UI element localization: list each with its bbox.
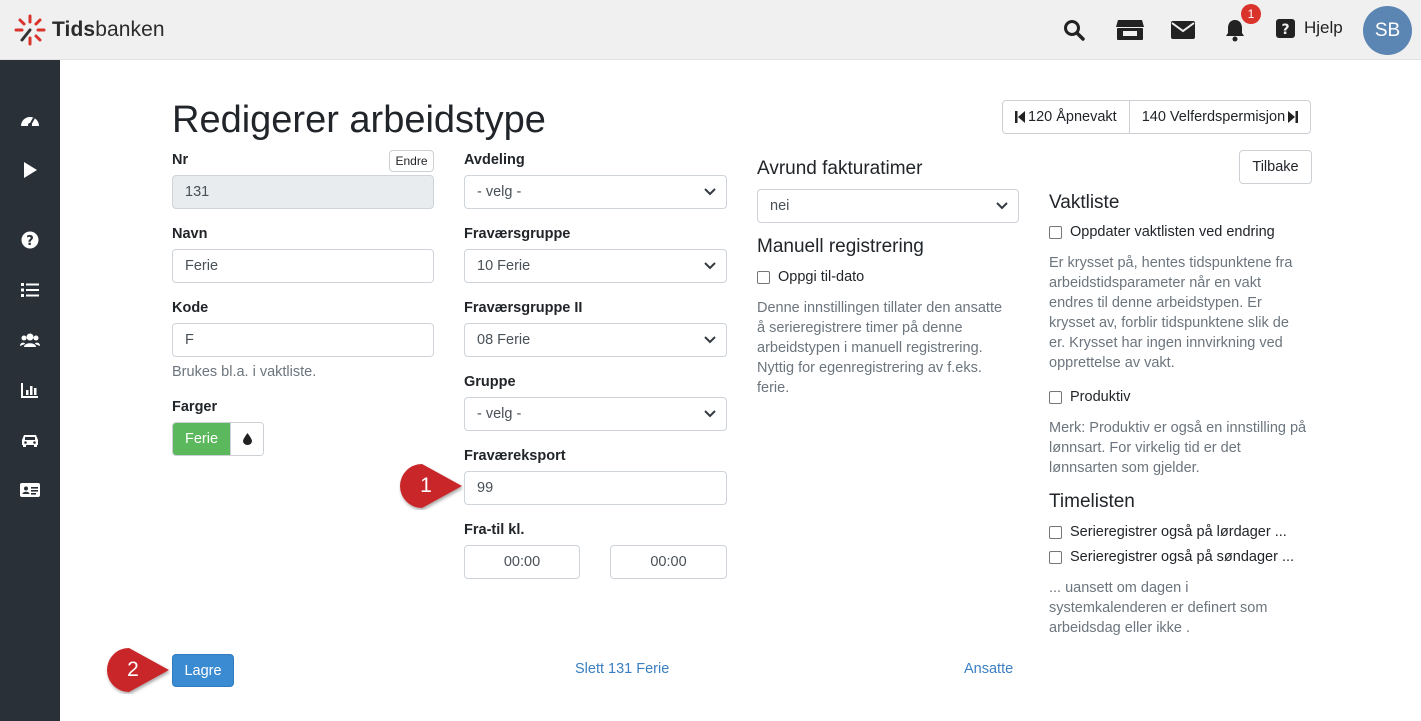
produktiv-checkbox[interactable]: Produktiv <box>1049 389 1130 405</box>
help-link[interactable]: ? Hjelp <box>1276 18 1343 38</box>
to-time-field[interactable]: 00:00 <box>610 545 727 579</box>
timelisten-heading: Timelisten <box>1049 491 1135 512</box>
svg-text:?: ? <box>1281 22 1289 38</box>
back-button[interactable]: Tilbake <box>1239 150 1312 184</box>
serieregistrer-lordag-checkbox[interactable]: Serieregistrer også på lørdager ... <box>1049 524 1287 540</box>
nr-field: 131 <box>172 175 434 209</box>
fravaersgruppe-label: Fraværsgruppe <box>464 226 571 242</box>
checkbox-label: Oppgi til-dato <box>778 269 865 285</box>
fravaersgruppe2-label: Fraværsgruppe II <box>464 300 583 316</box>
from-time-field[interactable]: 00:00 <box>464 545 580 579</box>
employees-link[interactable]: Ansatte <box>964 661 1013 677</box>
checkbox-box[interactable] <box>1049 225 1062 239</box>
chevron-down-icon <box>704 336 716 344</box>
gruppe-select[interactable]: - velg - <box>464 397 727 431</box>
bell-icon[interactable] <box>1223 18 1247 42</box>
question-icon: ? <box>1276 18 1295 38</box>
help-label: Hjelp <box>1304 18 1343 37</box>
delete-link[interactable]: Slett 131 Ferie <box>575 661 669 677</box>
checkbox-box[interactable] <box>1049 390 1062 404</box>
step-marker-1: 1 <box>398 462 464 510</box>
prev-record-button[interactable]: 120 Åpnevakt <box>1003 101 1129 133</box>
checkbox-box[interactable] <box>1049 550 1062 564</box>
produktiv-help: Merk: Produktiv er også en innstilling p… <box>1049 420 1307 476</box>
avatar[interactable]: SB <box>1363 6 1412 55</box>
edit-nr-button[interactable]: Endre <box>389 150 434 172</box>
step-backward-icon <box>1015 111 1025 123</box>
navn-field[interactable]: Ferie <box>172 249 434 283</box>
fravaereksport-label: Fraværeksport <box>464 448 566 464</box>
step-forward-icon <box>1288 111 1299 123</box>
chart-icon[interactable] <box>20 380 40 400</box>
next-record-button[interactable]: 140 Velferdspermisjon <box>1128 101 1310 133</box>
top-bar: Tidsbanken 1 ? Hjelp SB <box>0 0 1421 60</box>
notification-badge: 1 <box>1241 4 1261 24</box>
users-icon[interactable] <box>20 330 40 350</box>
logo-icon <box>14 14 46 46</box>
step-marker-2: 2 <box>105 646 171 694</box>
checkbox-label: Produktiv <box>1070 389 1131 405</box>
avrund-select[interactable]: nei <box>757 189 1019 223</box>
chevron-down-icon <box>996 202 1008 210</box>
dashboard-icon[interactable] <box>20 110 40 130</box>
kode-help: Brukes bl.a. i vaktliste. <box>172 364 317 380</box>
id-card-icon[interactable] <box>20 480 40 500</box>
oppdater-vaktliste-checkbox[interactable]: Oppdater vaktlisten ved endring <box>1049 224 1275 240</box>
droplet-icon <box>242 433 252 445</box>
color-picker-button[interactable] <box>230 423 263 455</box>
car-icon[interactable] <box>20 430 40 450</box>
search-icon[interactable] <box>1062 18 1086 42</box>
gruppe-label: Gruppe <box>464 374 516 390</box>
manuell-heading: Manuell registrering <box>757 236 924 257</box>
record-navigation: 120 Åpnevakt 140 Velferdspermisjon <box>1002 100 1312 134</box>
svg-text:?: ? <box>26 234 34 249</box>
chevron-down-icon <box>704 188 716 196</box>
sidebar: ? <box>0 60 60 721</box>
oppgi-til-dato-checkbox[interactable]: Oppgi til-dato <box>757 269 864 285</box>
save-button[interactable]: Lagre <box>172 654 234 687</box>
checkbox-label: Oppdater vaktlisten ved endring <box>1070 224 1275 240</box>
color-picker: Ferie <box>172 422 264 456</box>
fratil-label: Fra-til kl. <box>464 522 525 538</box>
page-title: Redigerer arbeidstype <box>172 99 546 141</box>
checkbox-label: Serieregistrer også på lørdager ... <box>1070 524 1287 540</box>
play-icon[interactable] <box>20 160 40 180</box>
logo[interactable]: Tidsbanken <box>14 14 165 46</box>
checkbox-label: Serieregistrer også på søndager ... <box>1070 549 1295 565</box>
fravaereksport-field[interactable]: 99 <box>464 471 727 505</box>
nr-label: Nr <box>172 152 189 168</box>
checkbox-box[interactable] <box>757 270 770 284</box>
fravaersgruppe-select[interactable]: 10 Ferie <box>464 249 727 283</box>
manuell-help: Denne innstillingen tillater den ansatte… <box>757 300 1003 396</box>
navn-label: Navn <box>172 226 208 242</box>
farger-label: Farger <box>172 399 218 415</box>
store-icon[interactable] <box>1115 18 1145 42</box>
vaktliste-help: Er krysset på, hentes tidspunktene fra a… <box>1049 255 1293 371</box>
checkbox-box[interactable] <box>1049 525 1062 539</box>
vaktliste-heading: Vaktliste <box>1049 192 1120 213</box>
fravaersgruppe2-select[interactable]: 08 Ferie <box>464 323 727 357</box>
kode-field[interactable]: F <box>172 323 434 357</box>
avdeling-label: Avdeling <box>464 152 525 168</box>
list-icon[interactable] <box>20 280 40 300</box>
logo-text: Tidsbanken <box>52 18 165 41</box>
question-circle-icon[interactable]: ? <box>20 230 40 250</box>
color-swatch[interactable]: Ferie <box>173 423 230 455</box>
avdeling-select[interactable]: - velg - <box>464 175 727 209</box>
chevron-down-icon <box>704 410 716 418</box>
kode-label: Kode <box>172 300 209 316</box>
envelope-icon[interactable] <box>1170 18 1196 42</box>
serieregistrer-sondag-checkbox[interactable]: Serieregistrer også på søndager ... <box>1049 549 1294 565</box>
chevron-down-icon <box>704 262 716 270</box>
timelisten-help: ... uansett om dagen i systemkalenderen … <box>1049 580 1268 636</box>
avrund-heading: Avrund fakturatimer <box>757 158 923 179</box>
